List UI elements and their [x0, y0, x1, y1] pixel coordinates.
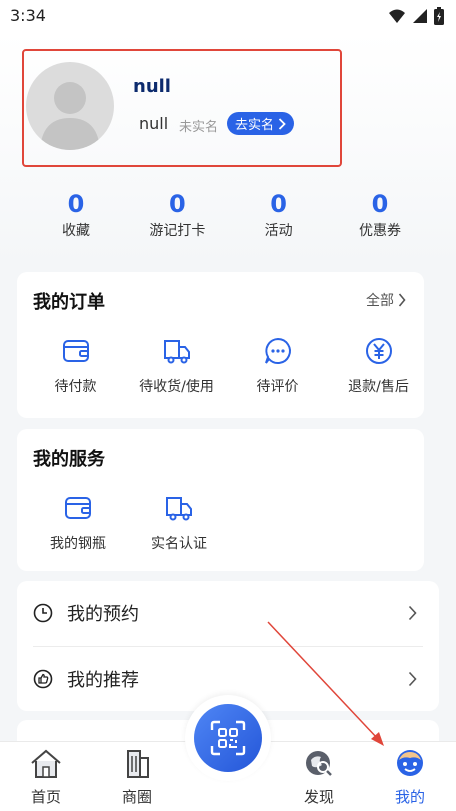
tab-label: 商圈	[121, 788, 152, 806]
scan-button[interactable]	[194, 704, 262, 772]
service-real-name-auth[interactable]: 实名认证	[129, 493, 229, 553]
stat-label: 活动	[264, 223, 293, 239]
order-pending-receipt[interactable]: 待收货/使用	[126, 336, 227, 396]
services-items: 我的钢瓶 实名认证	[27, 493, 434, 553]
orders-title: 我的订单	[33, 292, 105, 313]
wallet-icon	[65, 497, 91, 519]
status-icons	[388, 7, 444, 25]
tab-label: 我的	[394, 788, 425, 806]
list-item-label: 我的推荐	[67, 670, 139, 691]
clock-icon	[33, 603, 53, 623]
order-pending-payment[interactable]: 待付款	[25, 336, 126, 396]
orders-items: 待付款 待收货/使用 待评价 退款/售后	[25, 336, 432, 396]
comment-icon	[264, 337, 291, 364]
service-item-label: 我的钢瓶	[50, 536, 106, 552]
qr-scan-icon	[210, 720, 246, 756]
tab-mine[interactable]: 我的	[370, 748, 450, 807]
tab-label: 首页	[30, 788, 61, 806]
scan-button-container	[185, 695, 271, 781]
yuan-icon	[365, 338, 392, 364]
service-my-cylinder[interactable]: 我的钢瓶	[27, 493, 129, 553]
order-item-label: 待付款	[54, 379, 97, 395]
building-icon	[127, 750, 149, 778]
tab-business-district[interactable]: 商圈	[97, 748, 177, 807]
stat-label: 收藏	[62, 223, 90, 239]
stat-coupons[interactable]: 0 优惠券	[330, 190, 430, 240]
home-icon	[31, 749, 61, 778]
stat-value: 0	[270, 190, 287, 218]
order-item-label: 待评价	[256, 379, 299, 395]
stat-label: 优惠券	[358, 223, 401, 239]
orders-card: 我的订单 全部 待付款 待收货/使用 待评价 退款/售后	[17, 272, 424, 418]
order-refund[interactable]: 退款/售后	[328, 336, 429, 396]
view-all-label: 全部	[366, 293, 394, 309]
thumbs-up-icon	[33, 669, 53, 689]
stat-value: 0	[67, 190, 85, 218]
status-bar: 3:34	[0, 0, 456, 32]
stat-value: 0	[371, 190, 389, 218]
wifi-icon	[389, 9, 405, 23]
stat-favorites[interactable]: 0 收藏	[26, 190, 126, 240]
stat-value: 0	[168, 190, 186, 218]
chevron-right-icon	[398, 293, 406, 307]
tab-discover[interactable]: 发现	[279, 748, 359, 807]
stats-row: 0 收藏 0 游记打卡 0 活动 0 优惠券	[26, 190, 430, 240]
truck-icon	[166, 497, 192, 521]
menu-list-card: 我的预约 我的推荐	[17, 581, 439, 711]
face-icon	[397, 750, 423, 776]
signal-icon	[413, 9, 427, 23]
order-item-label: 退款/售后	[348, 379, 409, 395]
services-card: 我的服务 我的钢瓶 实名认证	[17, 429, 424, 571]
tab-home[interactable]: 首页	[6, 748, 86, 807]
chevron-right-icon	[408, 605, 417, 621]
service-item-label: 实名认证	[151, 536, 207, 552]
truck-icon	[163, 340, 190, 364]
wallet-icon	[62, 340, 89, 362]
list-item-label: 我的预约	[67, 604, 139, 625]
order-pending-review[interactable]: 待评价	[227, 336, 328, 396]
stat-label: 游记打卡	[149, 223, 206, 239]
status-time: 3:34	[10, 6, 46, 25]
list-item-my-appointments[interactable]: 我的预约	[17, 581, 439, 645]
stat-activities[interactable]: 0 活动	[229, 190, 329, 240]
order-item-label: 待收货/使用	[139, 379, 214, 395]
annotation-highlight-box	[22, 49, 342, 167]
orders-view-all-link[interactable]: 全部	[366, 290, 406, 310]
services-title: 我的服务	[33, 449, 105, 470]
tab-label: 发现	[303, 788, 334, 806]
stat-travel-checkins[interactable]: 0 游记打卡	[127, 190, 227, 240]
discover-icon	[306, 751, 332, 776]
battery-icon	[434, 7, 444, 25]
chevron-right-icon	[408, 671, 417, 687]
